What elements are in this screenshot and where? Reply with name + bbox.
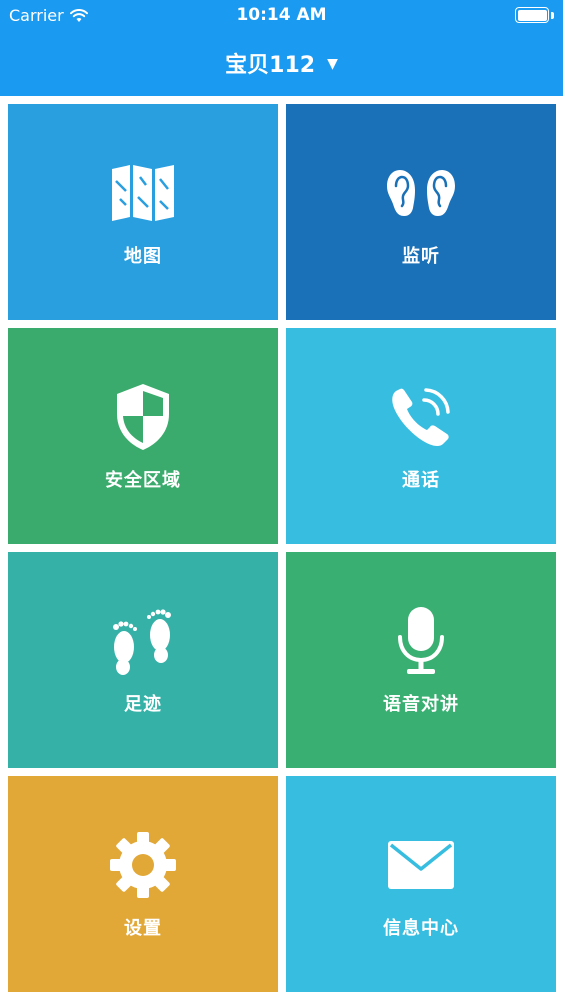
- battery-tip: [551, 11, 554, 19]
- microphone-icon: [384, 604, 458, 678]
- footprints-icon: [106, 604, 180, 678]
- status-bar: Carrier 10:14 AM: [0, 0, 563, 32]
- tile-label: 地图: [124, 246, 162, 267]
- tile-label: 语音对讲: [383, 694, 459, 715]
- gear-icon: [106, 828, 180, 902]
- tile-map[interactable]: 地图: [8, 104, 278, 320]
- status-right: [515, 7, 554, 23]
- battery-fill: [517, 9, 547, 21]
- tile-voice-intercom[interactable]: 语音对讲: [286, 552, 556, 768]
- tile-message-center[interactable]: 信息中心: [286, 776, 556, 992]
- chevron-down-icon: ▼: [327, 56, 338, 72]
- tile-label: 监听: [402, 246, 440, 267]
- tile-label: 设置: [124, 918, 162, 939]
- tile-label: 安全区域: [105, 470, 181, 491]
- tile-label: 信息中心: [383, 918, 459, 939]
- tile-label: 足迹: [124, 694, 162, 715]
- ears-icon: [384, 156, 458, 230]
- tile-listen[interactable]: 监听: [286, 104, 556, 320]
- tile-footprints[interactable]: 足迹: [8, 552, 278, 768]
- tile-safe-zone[interactable]: 安全区域: [8, 328, 278, 544]
- header: Carrier 10:14 AM 宝贝112 ▼: [0, 0, 563, 96]
- page-title: 宝贝112: [225, 53, 316, 78]
- battery-icon: [515, 7, 549, 23]
- mail-icon: [384, 828, 458, 902]
- phone-icon: [384, 380, 458, 454]
- device-selector[interactable]: 宝贝112 ▼: [0, 48, 563, 78]
- tile-call[interactable]: 通话: [286, 328, 556, 544]
- shield-icon: [106, 380, 180, 454]
- tile-settings[interactable]: 设置: [8, 776, 278, 992]
- status-time: 10:14 AM: [236, 5, 327, 25]
- feature-grid: 地图 监听 安全区域 通话 足迹 语音对讲 设置 信息中心: [0, 96, 563, 1000]
- tile-label: 通话: [402, 470, 440, 491]
- map-icon: [106, 156, 180, 230]
